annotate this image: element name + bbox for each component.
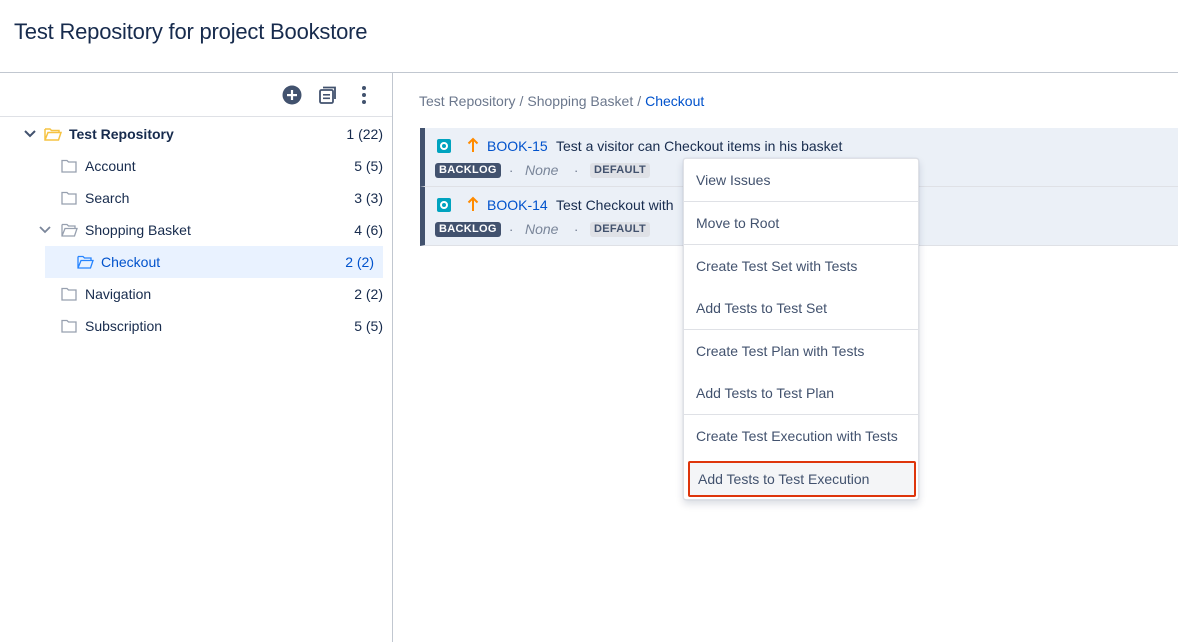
test-type-icon	[437, 198, 451, 212]
test-summary: Test Checkout with	[556, 197, 674, 213]
separator-dot: ·	[509, 222, 514, 237]
tree-item-label: Search	[85, 190, 130, 206]
breadcrumb-current[interactable]: Checkout	[645, 93, 704, 109]
menu-item-add-to-test-set[interactable]: Add Tests to Test Set	[684, 287, 918, 329]
breadcrumb-item[interactable]: Shopping Basket	[527, 93, 633, 109]
menu-item-create-test-execution[interactable]: Create Test Execution with Tests	[684, 415, 918, 457]
assignee-value: None	[525, 221, 559, 237]
folder-icon	[61, 191, 79, 205]
tree-item-test-repository[interactable]: Test Repository 1 (22)	[0, 118, 392, 150]
tree-item-count: 1 (22)	[346, 126, 383, 142]
priority-arrow-up-icon	[467, 196, 479, 212]
breadcrumb-separator: /	[519, 93, 524, 109]
page-title: Test Repository for project Bookstore	[14, 19, 368, 44]
priority-arrow-up-icon	[467, 137, 479, 153]
folder-open-icon	[44, 127, 63, 141]
tree-item-account[interactable]: Account 5 (5)	[0, 150, 392, 182]
breadcrumb: Test Repository / Shopping Basket / Checkout	[419, 93, 704, 109]
tree-item-count: 5 (5)	[354, 158, 383, 174]
tree-toolbar	[0, 73, 392, 117]
tree-item-subscription[interactable]: Subscription 5 (5)	[0, 310, 392, 342]
tree-item-label: Subscription	[85, 318, 163, 334]
tree-item-shopping-basket[interactable]: Shopping Basket 4 (6)	[0, 214, 392, 246]
chevron-down-icon[interactable]	[38, 223, 52, 237]
breadcrumb-separator: /	[637, 93, 642, 109]
menu-item-view-issues[interactable]: View Issues	[684, 159, 918, 201]
test-summary: Test a visitor can Checkout items in his…	[556, 138, 843, 154]
breadcrumb-item[interactable]: Test Repository	[419, 93, 515, 109]
chevron-down-icon[interactable]	[23, 127, 37, 141]
issue-key-link[interactable]: BOOK-15	[487, 138, 548, 154]
environment-badge: DEFAULT	[590, 222, 651, 237]
tree-item-label: Shopping Basket	[85, 222, 191, 238]
environment-badge: DEFAULT	[590, 163, 651, 178]
separator-dot: ·	[509, 163, 514, 178]
tree-item-count: 2 (2)	[354, 286, 383, 302]
tree-item-label: Navigation	[85, 286, 152, 302]
folder-icon	[61, 319, 79, 333]
status-badge: BACKLOG	[435, 163, 501, 178]
tree-item-checkout[interactable]: Checkout 2 (2)	[45, 246, 383, 278]
menu-item-create-test-plan[interactable]: Create Test Plan with Tests	[684, 330, 918, 372]
tree-item-label: Checkout	[101, 254, 161, 270]
separator-dot: ·	[574, 163, 579, 178]
folder-open-icon	[77, 255, 95, 269]
tree-item-search[interactable]: Search 3 (3)	[0, 182, 392, 214]
folder-icon	[61, 287, 79, 301]
tree-item-count: 2 (2)	[345, 254, 374, 270]
plus-circle-icon[interactable]	[280, 83, 304, 107]
status-badge: BACKLOG	[435, 222, 501, 237]
menu-item-move-to-root[interactable]: Move to Root	[684, 202, 918, 244]
tree-item-count: 3 (3)	[354, 190, 383, 206]
more-vertical-icon[interactable]	[352, 83, 376, 107]
tree-item-label: Account	[85, 158, 136, 174]
tree-item-navigation[interactable]: Navigation 2 (2)	[0, 278, 392, 310]
folder-open-icon	[61, 223, 79, 237]
test-type-icon	[437, 139, 451, 153]
tree-item-label: Test Repository	[69, 126, 174, 142]
document-icon[interactable]	[316, 83, 340, 107]
separator-dot: ·	[574, 222, 579, 237]
context-menu: View Issues Move to Root Create Test Set…	[683, 158, 919, 500]
menu-item-add-to-test-execution[interactable]: Add Tests to Test Execution	[688, 461, 916, 497]
folder-icon	[61, 159, 79, 173]
test-repository-panel: Test Repository 1 (22) Account 5 (5) Sea…	[0, 73, 393, 642]
tree-item-count: 4 (6)	[354, 222, 383, 238]
menu-item-add-to-test-plan[interactable]: Add Tests to Test Plan	[684, 372, 918, 414]
tree-item-count: 5 (5)	[354, 318, 383, 334]
issue-key-link[interactable]: BOOK-14	[487, 197, 548, 213]
menu-item-create-test-set[interactable]: Create Test Set with Tests	[684, 245, 918, 287]
assignee-value: None	[525, 162, 559, 178]
